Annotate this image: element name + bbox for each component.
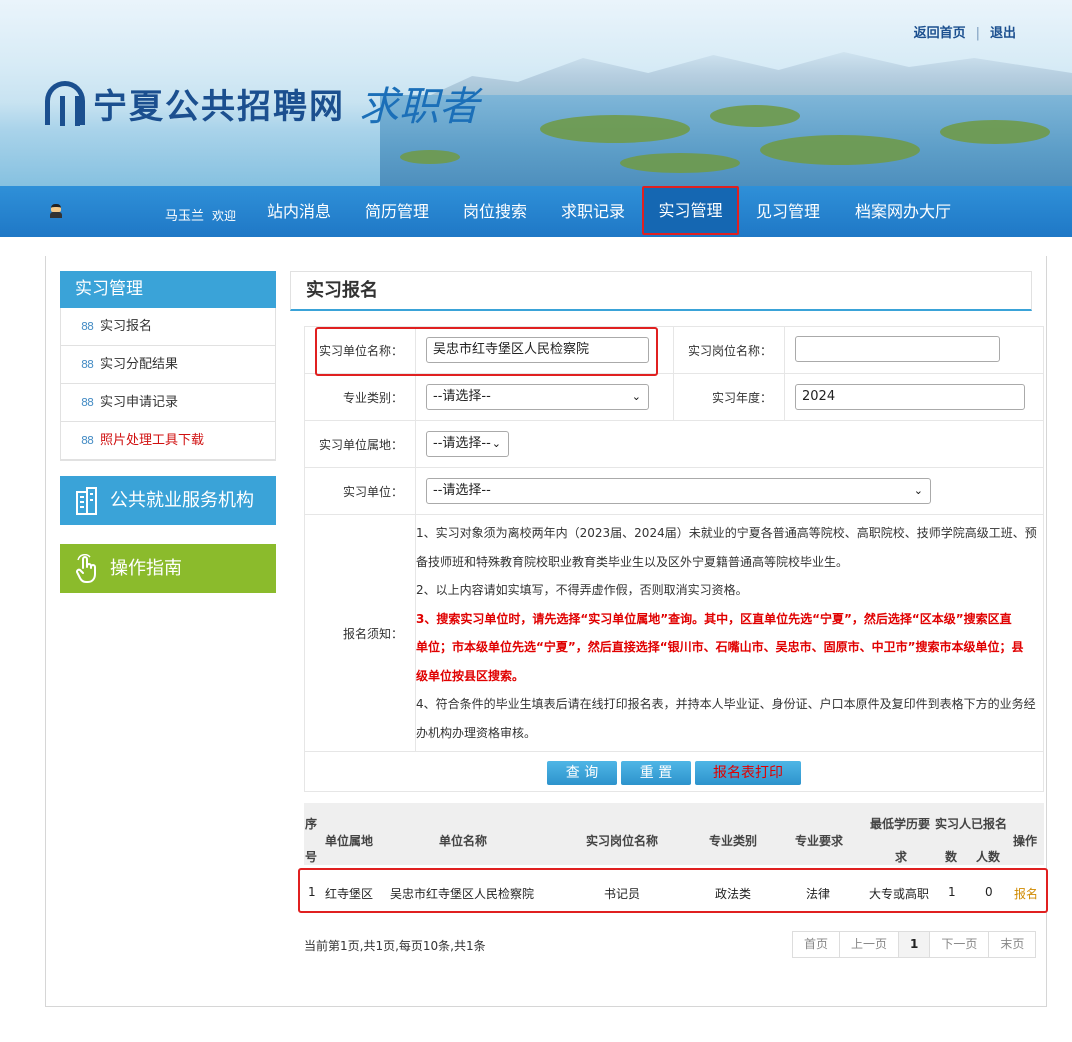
col-seq-bottom: 号 [305, 850, 318, 864]
unit-select[interactable]: --请选择-- ⌄ [426, 478, 931, 504]
query-button[interactable]: 查 询 [547, 761, 617, 785]
print-form-button[interactable]: 报名表打印 [695, 761, 801, 785]
col-unit: 单位名称 [439, 834, 488, 848]
sidebar-item-label: 照片处理工具下载 [100, 433, 205, 448]
welcome-text: 马玉兰 欢迎 [165, 205, 236, 224]
pagination: 首页 上一页 1 下一页 末页 [792, 931, 1037, 958]
col-signed-top: 已报名 [971, 817, 1008, 831]
nav-item-traineeship[interactable]: 见习管理 [746, 186, 830, 237]
sidebar-item-label: 实习分配结果 [100, 357, 179, 372]
notes-label: 报名须知： [304, 514, 416, 752]
location-select[interactable]: --请选择-- ⌄ [426, 431, 509, 457]
note-3a: 3、搜索实习单位时，请先选择“实习单位属地”查询。其中，区直单位先选“宁夏”，然… [416, 611, 1012, 626]
col-edu-top: 最低学历要 [870, 817, 931, 831]
note-1b: 备技师班和特殊教育院校职业教育类毕业生以及区外宁夏籍普通高等院校毕业生。 [416, 554, 849, 569]
page-prev[interactable]: 上一页 [840, 932, 900, 957]
link-separator: | [975, 26, 980, 41]
hand-pointer-icon [76, 554, 96, 583]
sidebar-item-signup[interactable]: 88 实习报名 [61, 308, 275, 346]
result-row-highlight [298, 868, 1048, 913]
chevron-down-icon: ⌄ [631, 390, 641, 403]
grid-icon: 88 [81, 434, 94, 447]
col-req: 专业要求 [795, 834, 844, 848]
logout-link[interactable]: 退出 [990, 26, 1016, 41]
unit-label: 实习单位： [304, 467, 416, 515]
note-3b: 单位；市本级单位先选“宁夏”，然后直接选择“银川市、石嘴山市、吴忠市、固原市、中… [416, 640, 1024, 654]
page-title: 实习报名 [290, 271, 1032, 311]
page-last[interactable]: 末页 [989, 932, 1036, 957]
nav-item-resume[interactable]: 简历管理 [355, 186, 439, 237]
sidebar-title: 实习管理 [60, 271, 276, 308]
results-header: 序 号 单位属地 单位名称 实习岗位名称 专业类别 专业要求 最低学历要 求 实… [304, 803, 1044, 865]
nav-item-job-search[interactable]: 岗位搜索 [453, 186, 537, 237]
header-banner: 宁夏公共招聘网 求职者 返回首页 | 退出 [0, 0, 1072, 186]
post-name-input[interactable] [795, 335, 1000, 362]
page-first[interactable]: 首页 [793, 932, 841, 957]
site-subtitle: 求职者 [359, 84, 479, 130]
major-label: 专业类别： [304, 373, 416, 421]
page-current[interactable]: 1 [899, 932, 931, 957]
year-input[interactable]: 2024 [795, 384, 1025, 410]
top-links: 返回首页 | 退出 [914, 22, 1016, 41]
nav-item-job-records[interactable]: 求职记录 [551, 186, 635, 237]
site-name: 宁夏公共招聘网 [93, 86, 345, 127]
sidebar-item-records[interactable]: 88 实习申请记录 [61, 384, 275, 422]
col-count-bottom: 数 [945, 850, 958, 864]
major-select[interactable]: --请选择-- ⌄ [426, 384, 649, 410]
location-label: 实习单位属地： [304, 420, 416, 468]
notes-text: 1、实习对象须为离校两年内（2023届、2024届）未就业的宁夏各普通高等院校、… [415, 514, 1044, 752]
banner-mountains [420, 52, 1072, 100]
home-link[interactable]: 返回首页 [914, 26, 966, 41]
grid-icon: 88 [81, 320, 94, 333]
reset-button[interactable]: 重 置 [621, 761, 691, 785]
note-3c: 级单位按县区搜索。 [416, 668, 525, 683]
col-op: 操作 [1013, 834, 1038, 848]
year-label: 实习年度： [673, 373, 785, 421]
welcome-label: 欢迎 [212, 209, 237, 223]
sidebar-menu: 88 实习报名 88 实习分配结果 88 实习申请记录 88 照片处理工具下载 [60, 308, 276, 461]
col-edu-bottom: 求 [895, 850, 908, 864]
note-4a: 4、符合条件的毕业生填表后请在线打印报名表，并持本人毕业证、身份证、户口本原件及… [416, 697, 1036, 711]
sidebar-item-label: 实习申请记录 [100, 395, 179, 410]
user-name: 马玉兰 [165, 209, 205, 224]
page-next[interactable]: 下一页 [930, 932, 990, 957]
note-1a: 1、实习对象须为离校两年内（2023届、2024届）未就业的宁夏各普通高等院校、… [416, 526, 1037, 540]
sidebar-item-label: 实习报名 [100, 319, 153, 334]
note-4b: 办机构办理资格审核。 [416, 725, 537, 740]
logo-icon [45, 81, 85, 126]
site-logo[interactable]: 宁夏公共招聘网 求职者 [45, 74, 479, 132]
unit-select-value: --请选择-- [433, 483, 491, 498]
col-post: 实习岗位名称 [586, 834, 659, 848]
grid-icon: 88 [81, 396, 94, 409]
chevron-down-icon: ⌄ [491, 437, 501, 450]
chevron-down-icon: ⌄ [913, 484, 923, 497]
public-service-label: 公共就业服务机构 [110, 490, 254, 511]
search-form: 实习单位名称： 吴忠市红寺堡区人民检察院 实习岗位名称： 专业类别： --请选择… [304, 326, 1044, 792]
note-2: 2、以上内容请如实填写，不得弄虚作假，否则取消实习资格。 [416, 583, 748, 597]
sidebar-item-photo-tool[interactable]: 88 照片处理工具下载 [61, 422, 275, 460]
grid-icon: 88 [81, 358, 94, 371]
user-avatar-icon [50, 204, 62, 220]
col-location: 单位属地 [325, 834, 374, 848]
nav-item-internship[interactable]: 实习管理 [642, 186, 739, 235]
location-select-value: --请选择-- [433, 436, 491, 451]
post-name-label: 实习岗位名称： [673, 326, 785, 374]
banner-lake [380, 95, 1072, 186]
main-nav: 马玉兰 欢迎 站内消息 简历管理 岗位搜索 求职记录 实习管理 见习管理 档案网办… [0, 186, 1072, 237]
unit-name-highlight [315, 327, 658, 376]
guide-label: 操作指南 [110, 558, 182, 579]
col-major: 专业类别 [709, 834, 758, 848]
col-count-top: 实习人 [935, 817, 972, 831]
building-icon [76, 487, 97, 515]
sidebar-item-assignment[interactable]: 88 实习分配结果 [61, 346, 275, 384]
major-select-value: --请选择-- [433, 389, 491, 404]
nav-item-archive-hall[interactable]: 档案网办大厅 [845, 186, 961, 237]
pagination-info: 当前第1页,共1页,每页10条,共1条 [304, 939, 486, 953]
col-signed-bottom: 人数 [976, 850, 1001, 864]
nav-item-messages[interactable]: 站内消息 [257, 186, 341, 237]
guide-button[interactable]: 操作指南 [60, 544, 276, 593]
col-seq-top: 序 [305, 817, 318, 831]
public-service-button[interactable]: 公共就业服务机构 [60, 476, 276, 525]
